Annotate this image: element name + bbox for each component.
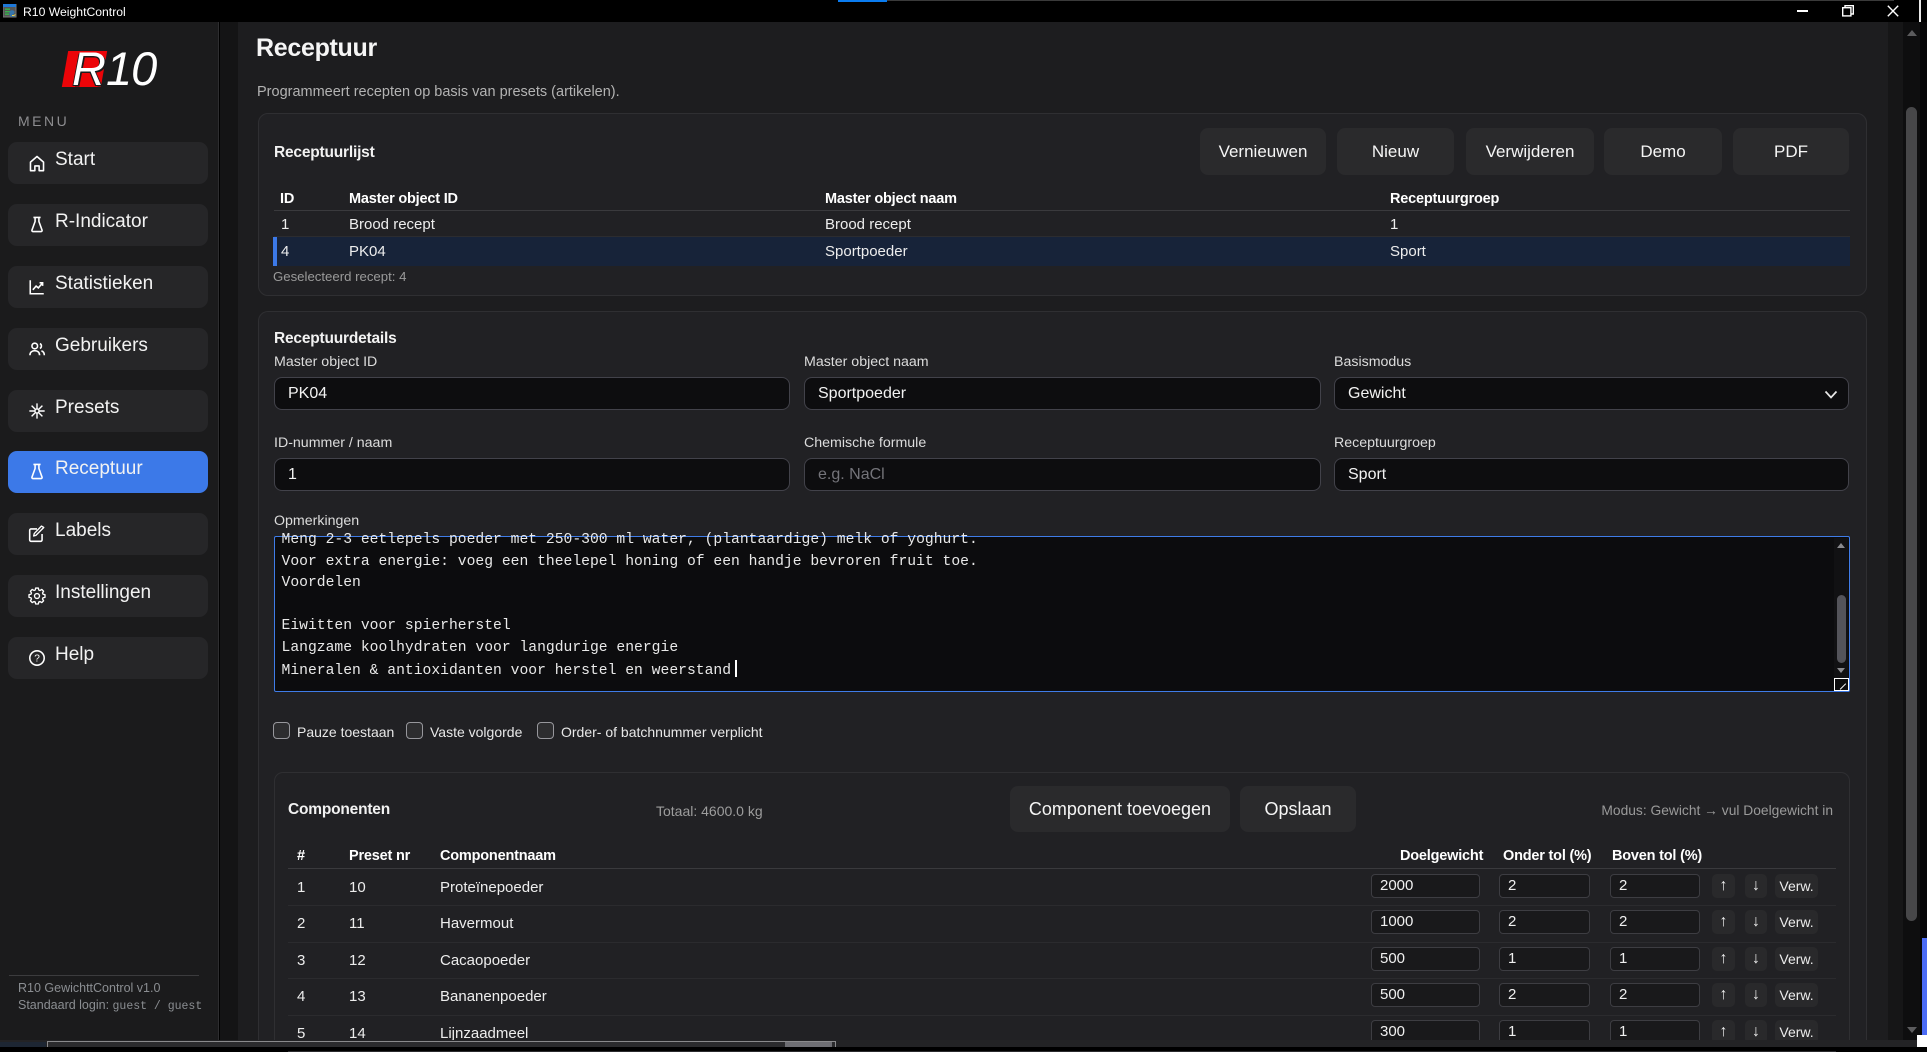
svg-text:?: ? [34, 654, 40, 665]
